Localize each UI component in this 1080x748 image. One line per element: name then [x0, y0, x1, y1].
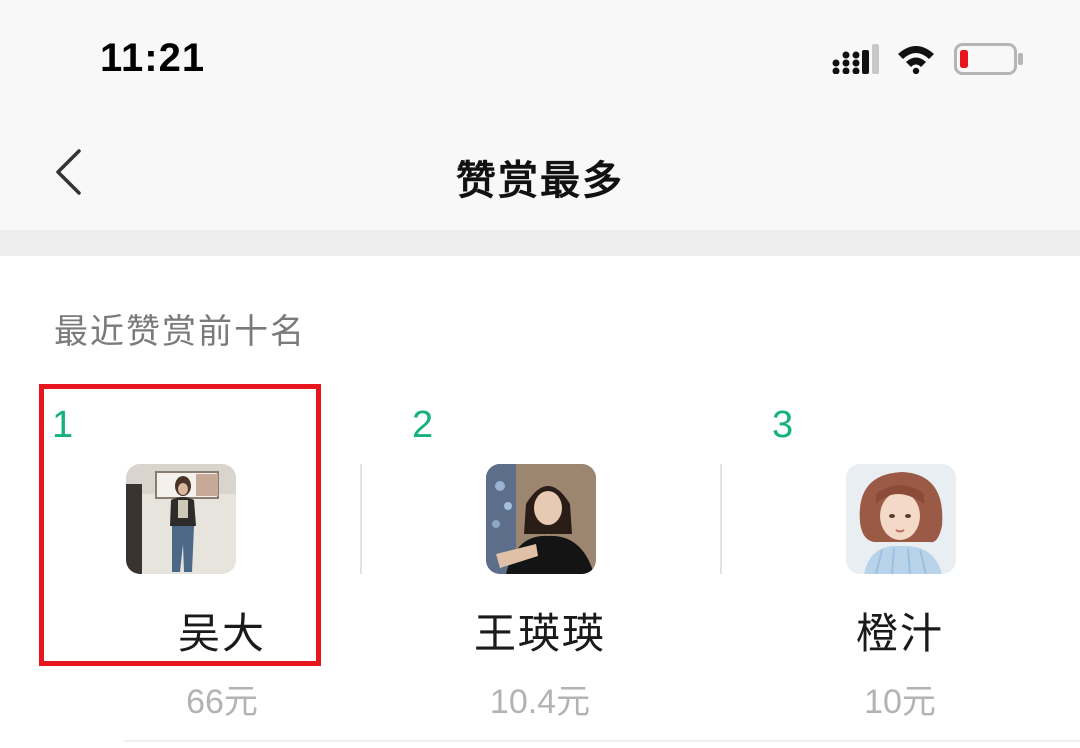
donor-amount: 66元 [186, 683, 258, 721]
rank-card-3[interactable]: 3 橙汁 10元 [720, 388, 1080, 728]
rank-number: 1 [52, 404, 74, 446]
donor-amount: 10元 [864, 683, 936, 721]
section-title: 最近赞赏前十名 [54, 312, 306, 352]
donor-name: 吴大 [177, 609, 266, 658]
signal-icon [832, 44, 879, 74]
page: 11:21 赞赏最多 最近赞赏前十名 1 吴大 66元 2 王瑛瑛 10.4元 … [0, 0, 1080, 748]
rank-number: 3 [772, 404, 794, 446]
bottom-divider [124, 740, 1080, 742]
donor-name: 橙汁 [855, 609, 944, 658]
nav-bar: 赞赏最多 [0, 118, 1080, 230]
nav-divider [0, 230, 1080, 256]
avatar[interactable] [126, 464, 236, 574]
avatar-illustrated-girl [846, 464, 956, 574]
status-time: 11:21 [100, 36, 206, 80]
rank-number: 2 [412, 404, 434, 446]
avatar[interactable] [846, 464, 956, 574]
avatar[interactable] [486, 464, 596, 574]
donor-name: 王瑛瑛 [473, 609, 606, 658]
page-title: 赞赏最多 [456, 158, 624, 204]
avatar-woman-standing [126, 464, 236, 574]
donor-amount: 10.4元 [489, 683, 591, 721]
status-bar: 11:21 [0, 0, 1080, 118]
battery-low-icon [954, 43, 1023, 75]
rank-card-2[interactable]: 2 王瑛瑛 10.4元 [360, 388, 720, 728]
rank-card-1[interactable]: 1 吴大 66元 [42, 388, 402, 728]
avatar-woman-black-jacket [486, 464, 596, 574]
wifi-icon [898, 46, 934, 74]
